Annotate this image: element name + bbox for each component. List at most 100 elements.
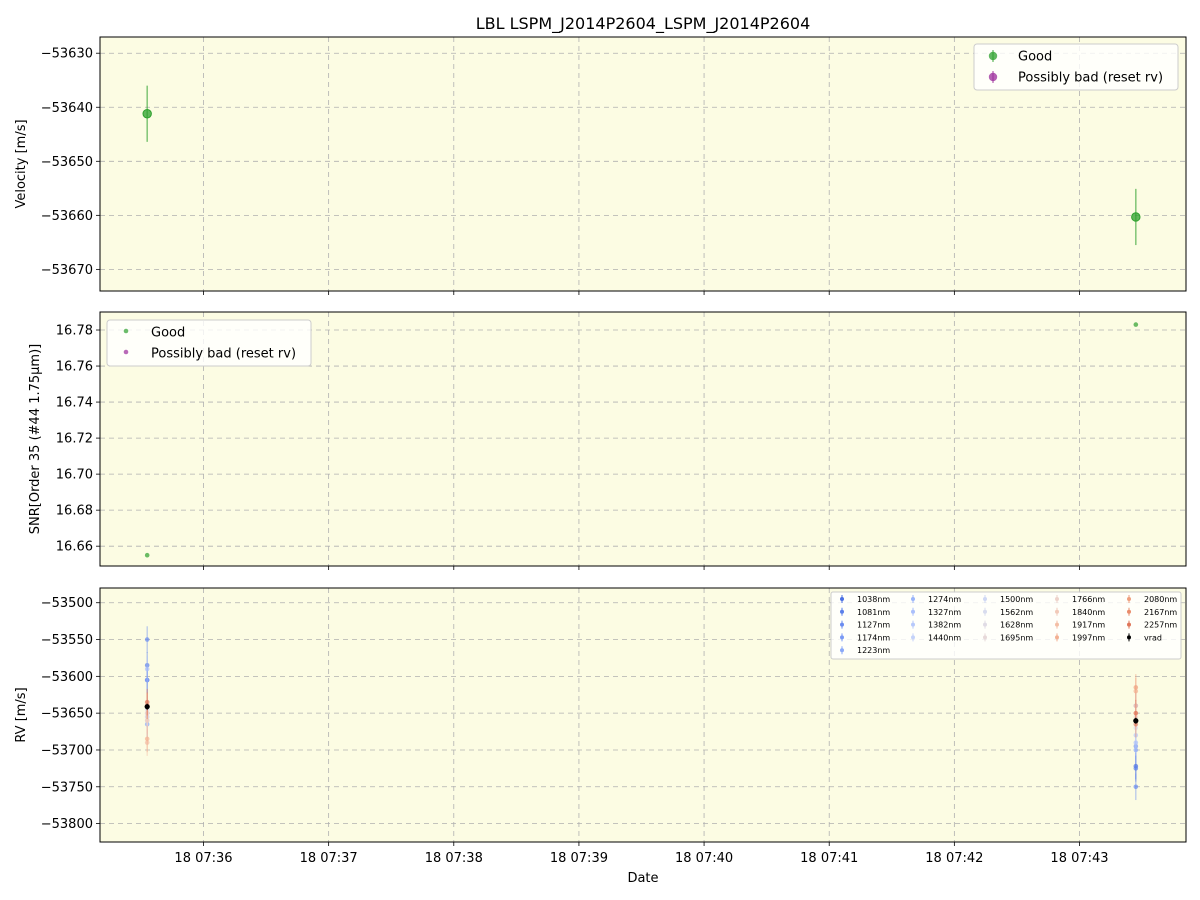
legend-entry-label: 1223nm	[857, 646, 890, 655]
y-axis-label: SNR[Order 35 (#44 1.75μm)]	[28, 344, 43, 535]
legend-marker	[1127, 609, 1131, 614]
x-axis-label: Date	[627, 871, 658, 886]
legend-entry-label: 1500nm	[1000, 595, 1033, 604]
rv-panel: 18 07:36 18 07:37 18 07:38 18 07:39 18 07:40…	[14, 587, 1187, 866]
legend-entry-label: 1382nm	[928, 621, 961, 630]
x-tick-label: 18 07:39	[550, 851, 608, 866]
legend-entry-label: 1174nm	[857, 633, 890, 642]
y-tick-label: 16.72	[56, 432, 93, 447]
legend-marker	[840, 609, 844, 614]
legend-entry-label: Possibly bad (reset rv)	[151, 347, 296, 362]
y-tick-label: −53650	[41, 707, 93, 722]
y-tick-label: −53550	[41, 633, 93, 648]
y-tick-label: 16.78	[56, 324, 93, 339]
y-tick-label: −53650	[41, 155, 93, 170]
legend-marker	[1055, 609, 1059, 614]
y-tick-label: −53800	[41, 817, 93, 832]
legend-marker	[988, 72, 998, 82]
legend-entry-label: 1038nm	[857, 595, 890, 604]
legend: Good Possibly bad (reset rv)	[973, 43, 1179, 91]
legend: Good Possibly bad (reset rv)	[106, 319, 312, 367]
y-tick-label: 16.74	[56, 396, 93, 411]
legend-marker	[1055, 635, 1059, 640]
legend-marker	[1055, 597, 1059, 601]
legend-entry-label: 1127nm	[857, 621, 890, 630]
x-tick-label: 18 07:43	[1050, 851, 1108, 866]
legend-marker	[911, 635, 915, 640]
chart-figure: LBL LSPM_J2014P2604_LSPM_J2014P2604 −536…	[14, 14, 1187, 886]
legend-marker	[1127, 635, 1131, 640]
legend-marker	[840, 622, 844, 627]
y-tick-label: −53500	[41, 596, 93, 611]
y-axis-label: Velocity [m/s]	[14, 119, 29, 208]
y-axis-label: RV [m/s]	[14, 687, 29, 742]
y-tick-label: 16.70	[56, 468, 93, 483]
data-point	[142, 109, 152, 119]
x-tick-label: 18 07:38	[425, 851, 483, 866]
x-tick-label: 18 07:36	[174, 851, 232, 866]
legend-entry-label: 1997nm	[1072, 633, 1105, 642]
y-tick-label: −53750	[41, 780, 93, 795]
snr-panel: 16.66 16.68 16.70 16.72 16.74 16.76 16.78 SNR[O…	[28, 311, 1187, 570]
legend: 1038nm 1081nm 1127nm 1174nm 1223nm 1274nm 1327…	[830, 591, 1182, 660]
legend-marker	[911, 597, 915, 601]
legend-entry-label: 2080nm	[1144, 595, 1177, 604]
velocity-panel: −53630 −53640 −53650 −53660 −53670 Velocity […	[14, 36, 1187, 295]
x-tick-label: 18 07:40	[675, 851, 733, 866]
legend-marker	[911, 622, 915, 627]
legend-marker	[983, 622, 987, 627]
legend-marker	[911, 609, 915, 614]
legend-marker	[983, 609, 987, 614]
data-point	[1133, 766, 1139, 771]
chart-title: LBL LSPM_J2014P2604_LSPM_J2014P2604	[476, 14, 811, 34]
data-point	[144, 699, 150, 705]
data-point	[1131, 212, 1141, 222]
legend-entry-label: 1562nm	[1000, 608, 1033, 617]
legend-marker	[988, 51, 998, 61]
legend-marker	[123, 328, 129, 334]
y-tick-label: −53660	[41, 209, 93, 224]
x-tick-label: 18 07:41	[800, 851, 858, 866]
legend-entry-label: 1917nm	[1072, 621, 1105, 630]
x-tick-label: 18 07:42	[925, 851, 983, 866]
y-tick-label: −53670	[41, 263, 93, 278]
y-tick-label: 16.68	[56, 504, 93, 519]
data-point	[144, 666, 150, 672]
legend-marker	[840, 635, 844, 640]
legend-entry-label: 1081nm	[857, 608, 890, 617]
legend-marker	[1127, 622, 1131, 627]
legend-marker	[123, 349, 129, 355]
data-point	[1133, 710, 1139, 716]
data-point	[1133, 784, 1139, 790]
data-point	[1133, 322, 1139, 327]
legend-entry-label: 1766nm	[1072, 595, 1105, 604]
legend-entry-label: Good	[1018, 50, 1052, 65]
legend-entry-label: Good	[151, 326, 185, 341]
data-point	[144, 552, 150, 558]
y-tick-label: 16.66	[56, 540, 93, 555]
y-tick-label: 16.76	[56, 360, 93, 375]
y-tick-label: −53640	[41, 101, 93, 116]
legend-marker	[1127, 597, 1131, 601]
legend-entry-label: 2257nm	[1144, 621, 1177, 630]
data-point	[1133, 685, 1139, 690]
data-point	[144, 704, 150, 710]
y-tick-label: −53630	[41, 47, 93, 62]
legend-entry-label: vrad	[1144, 633, 1162, 642]
data-point	[144, 736, 150, 742]
data-point	[144, 637, 150, 642]
legend-entry-label: 2167nm	[1144, 608, 1177, 617]
legend-entry-label: Possibly bad (reset rv)	[1018, 71, 1163, 86]
legend-marker	[840, 648, 844, 653]
x-tick-label: 18 07:37	[300, 851, 358, 866]
legend-entry-label: 1695nm	[1000, 633, 1033, 642]
legend-marker	[983, 635, 987, 640]
legend-entry-label: 1440nm	[928, 633, 961, 642]
legend-entry-label: 1628nm	[1000, 621, 1033, 630]
legend-marker	[983, 597, 987, 601]
y-tick-label: −53600	[41, 670, 93, 685]
y-tick-label: −53700	[41, 743, 93, 758]
legend-marker	[1055, 622, 1059, 627]
legend-entry-label: 1327nm	[928, 608, 961, 617]
data-point	[1133, 718, 1139, 724]
